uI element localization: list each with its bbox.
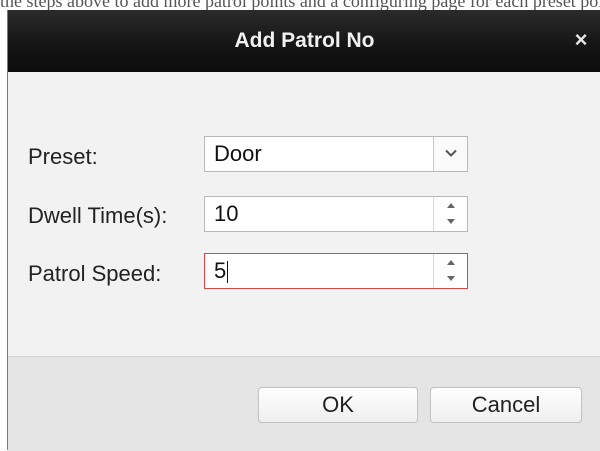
patrol-speed-input[interactable]: 5 bbox=[204, 253, 468, 289]
dwell-time-increment[interactable] bbox=[434, 197, 467, 214]
preset-dropdown-button[interactable] bbox=[433, 137, 467, 171]
preset-label: Preset: bbox=[28, 144, 98, 169]
dwell-time-input[interactable]: 10 bbox=[204, 196, 468, 232]
patrol-speed-value: 5 bbox=[214, 258, 227, 283]
patrol-speed-decrement[interactable] bbox=[434, 271, 467, 288]
cancel-button[interactable]: Cancel bbox=[430, 387, 582, 423]
triangle-down-icon bbox=[447, 276, 455, 281]
dwell-time-spinner bbox=[433, 197, 467, 231]
patrol-speed-label: Patrol Speed: bbox=[28, 261, 162, 286]
patrol-speed-spinner bbox=[433, 254, 467, 288]
ok-button[interactable]: OK bbox=[258, 387, 418, 423]
triangle-down-icon bbox=[447, 219, 455, 224]
dialog-title: Add Patrol No bbox=[234, 29, 375, 52]
patrol-speed-value-wrap: 5 bbox=[214, 254, 229, 288]
dwell-time-value: 10 bbox=[214, 201, 239, 226]
preset-select[interactable]: Door bbox=[204, 136, 468, 172]
close-icon[interactable]: × bbox=[569, 28, 593, 52]
patrol-speed-increment[interactable] bbox=[434, 254, 467, 271]
dwell-time-decrement[interactable] bbox=[434, 214, 467, 231]
dialog-footer: OK Cancel bbox=[8, 356, 600, 451]
triangle-up-icon bbox=[447, 203, 455, 208]
chevron-down-icon bbox=[445, 149, 457, 157]
dialog-body: Preset: Door Dwell Time(s): 10 Patrol Sp… bbox=[8, 72, 600, 356]
preset-value: Door bbox=[214, 141, 262, 166]
triangle-up-icon bbox=[447, 260, 455, 265]
add-patrol-dialog: Add Patrol No × Preset: Door Dwell Time(… bbox=[7, 10, 600, 451]
text-caret bbox=[227, 261, 229, 284]
dwell-time-label: Dwell Time(s): bbox=[28, 203, 168, 228]
